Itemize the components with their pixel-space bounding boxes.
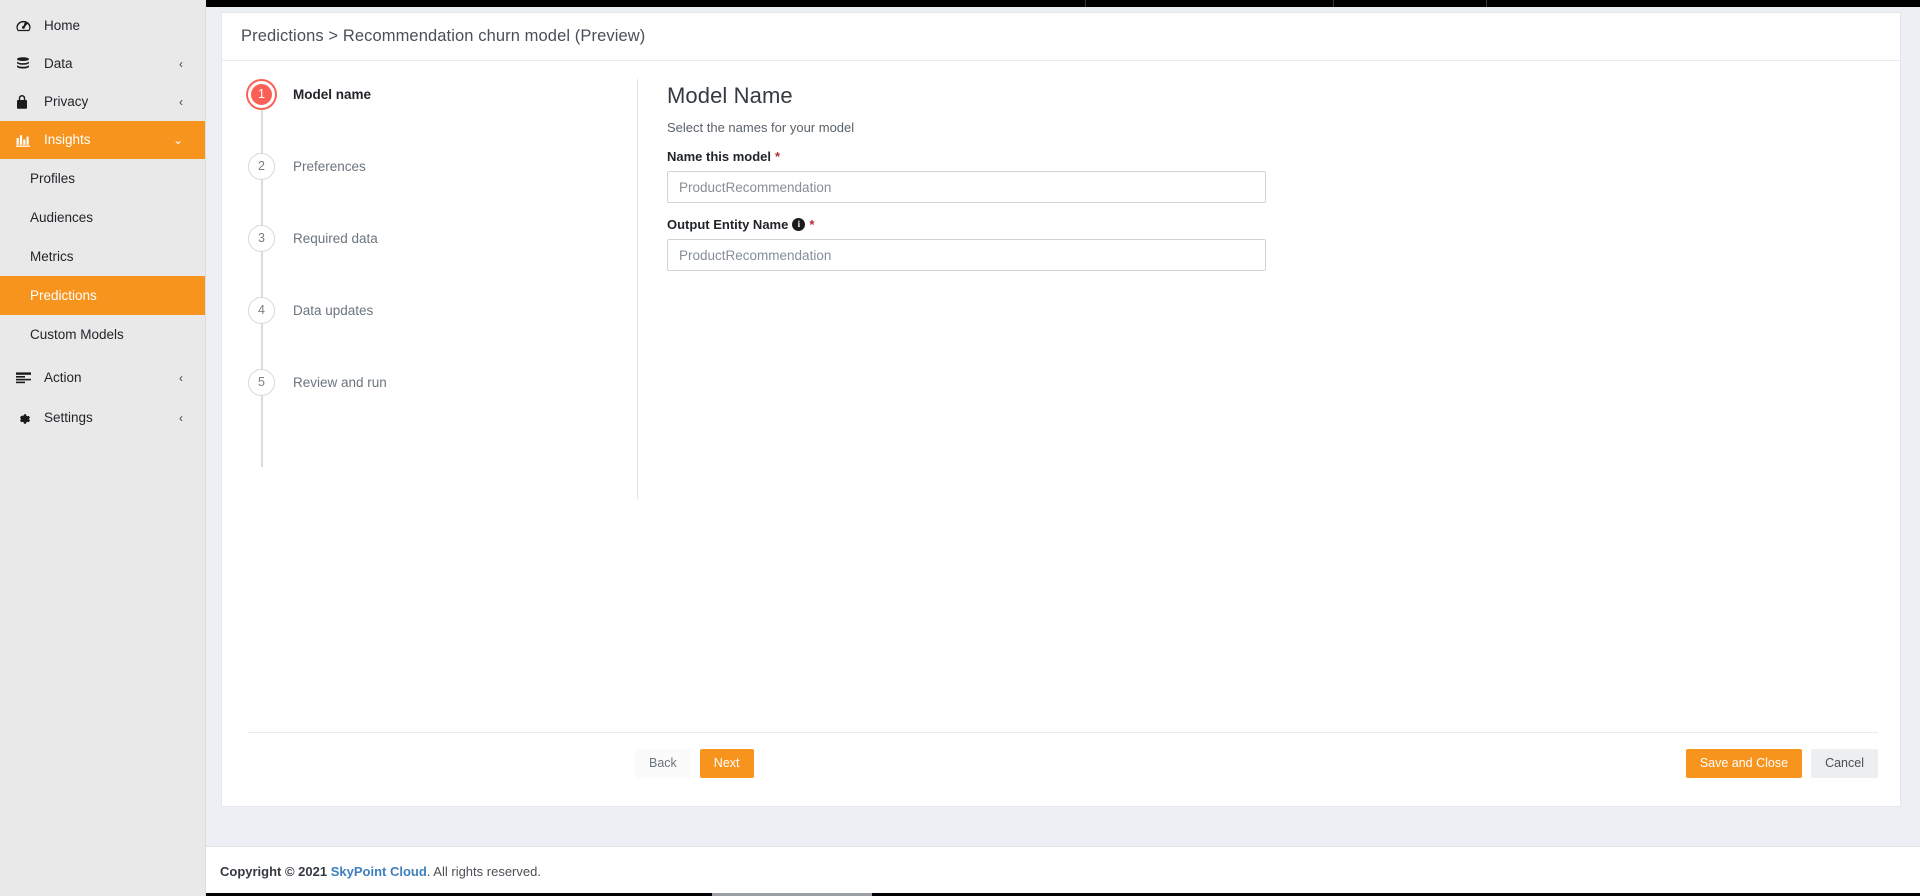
sidebar-item-predictions[interactable]: Predictions <box>0 276 205 315</box>
footer-copyright: Copyright © 2021 SkyPoint Cloud . All ri… <box>206 846 1920 896</box>
sidebar-item-settings[interactable]: Settings ‹ <box>0 399 205 437</box>
sidebar-item-label: Profiles <box>30 171 75 186</box>
step-number: 5 <box>248 369 275 396</box>
field-label: Output Entity Name i * <box>667 217 1307 232</box>
wizard-stepper: 1 Model name 2 Preferences 3 Required da… <box>248 79 638 499</box>
chevron-left-icon: ‹ <box>179 96 183 108</box>
sidebar-item-audiences[interactable]: Audiences <box>0 198 205 237</box>
wizard-card: Predictions > Recommendation churn model… <box>221 12 1901 807</box>
save-and-close-button[interactable]: Save and Close <box>1686 749 1802 778</box>
browser-chrome-left <box>0 0 206 7</box>
step-label: Review and run <box>293 375 387 390</box>
step-required-data[interactable]: 3 Required data <box>248 223 637 253</box>
chrome-tab-divider <box>1486 0 1487 7</box>
chrome-tab-divider <box>1085 0 1086 7</box>
sidebar-item-label: Metrics <box>30 249 74 264</box>
wizard-action-bar: Back Next Save and Close Cancel <box>248 732 1878 780</box>
info-icon[interactable]: i <box>792 218 805 231</box>
step-label: Required data <box>293 231 378 246</box>
primary-nav-actions: Back Next <box>635 749 754 778</box>
step-number: 4 <box>248 297 275 324</box>
sidebar-item-label: Custom Models <box>30 327 124 342</box>
breadcrumb-text[interactable]: Predictions > Recommendation churn model… <box>241 27 645 46</box>
copyright-prefix: Copyright © 2021 <box>220 864 327 879</box>
step-label: Preferences <box>293 159 366 174</box>
gear-icon <box>16 410 36 426</box>
sidebar-item-label: Predictions <box>30 288 97 303</box>
output-entity-name-input[interactable] <box>667 239 1266 271</box>
step-label: Data updates <box>293 303 373 318</box>
required-asterisk: * <box>809 217 814 232</box>
model-name-form: Model Name Select the names for your mod… <box>667 83 1307 271</box>
lock-icon <box>16 94 36 110</box>
cancel-button[interactable]: Cancel <box>1811 749 1878 778</box>
model-name-input[interactable] <box>667 171 1266 203</box>
chrome-tab-divider <box>1333 0 1334 7</box>
step-number: 1 <box>248 81 275 108</box>
step-label: Model name <box>293 87 371 102</box>
sidebar-item-metrics[interactable]: Metrics <box>0 237 205 276</box>
sidebar-item-custom-models[interactable]: Custom Models <box>0 315 205 354</box>
step-model-name[interactable]: 1 Model name <box>248 79 637 109</box>
wizard-body: 1 Model name 2 Preferences 3 Required da… <box>222 61 1900 761</box>
sidebar-item-action[interactable]: Action ‹ <box>0 359 205 397</box>
main-content: Predictions > Recommendation churn model… <box>206 7 1920 896</box>
required-asterisk: * <box>775 149 780 164</box>
sidebar: Home Data ‹ Privacy ‹ Insights ⌄ Profi <box>0 7 206 896</box>
sidebar-item-data[interactable]: Data ‹ <box>0 45 205 83</box>
app-root: Home Data ‹ Privacy ‹ Insights ⌄ Profi <box>0 0 1920 896</box>
next-button[interactable]: Next <box>700 749 754 778</box>
page-subtitle: Select the names for your model <box>667 120 1307 135</box>
sidebar-item-home[interactable]: Home <box>0 7 205 45</box>
action-icon <box>16 370 36 386</box>
chevron-left-icon: ‹ <box>179 372 183 384</box>
sidebar-item-privacy[interactable]: Privacy ‹ <box>0 83 205 121</box>
sidebar-item-label: Home <box>44 19 205 33</box>
field-label-text: Output Entity Name <box>667 217 788 232</box>
chevron-down-icon: ⌄ <box>173 134 183 146</box>
page-title: Model Name <box>667 83 1307 109</box>
breadcrumb: Predictions > Recommendation churn model… <box>222 13 1900 61</box>
copyright-suffix: . All rights reserved. <box>427 864 541 879</box>
sidebar-item-label: Audiences <box>30 210 93 225</box>
step-number: 3 <box>248 225 275 252</box>
field-label-text: Name this model <box>667 149 771 164</box>
step-number: 2 <box>248 153 275 180</box>
back-button[interactable]: Back <box>635 749 691 778</box>
chart-bar-icon <box>16 132 36 148</box>
field-output-entity-name: Output Entity Name i * <box>667 217 1307 271</box>
field-name-this-model: Name this model * <box>667 149 1307 203</box>
step-preferences[interactable]: 2 Preferences <box>248 151 637 181</box>
chevron-left-icon: ‹ <box>179 412 183 424</box>
sidebar-item-profiles[interactable]: Profiles <box>0 159 205 198</box>
field-label: Name this model * <box>667 149 1307 164</box>
database-icon <box>16 56 36 72</box>
secondary-actions: Save and Close Cancel <box>1686 749 1878 778</box>
brand-link[interactable]: SkyPoint Cloud <box>331 864 427 879</box>
step-data-updates[interactable]: 4 Data updates <box>248 295 637 325</box>
browser-chrome-strip <box>0 0 1920 7</box>
dashboard-icon <box>16 18 36 34</box>
step-review-and-run[interactable]: 5 Review and run <box>248 367 637 397</box>
sidebar-item-insights[interactable]: Insights ⌄ <box>0 121 205 159</box>
chevron-left-icon: ‹ <box>179 58 183 70</box>
